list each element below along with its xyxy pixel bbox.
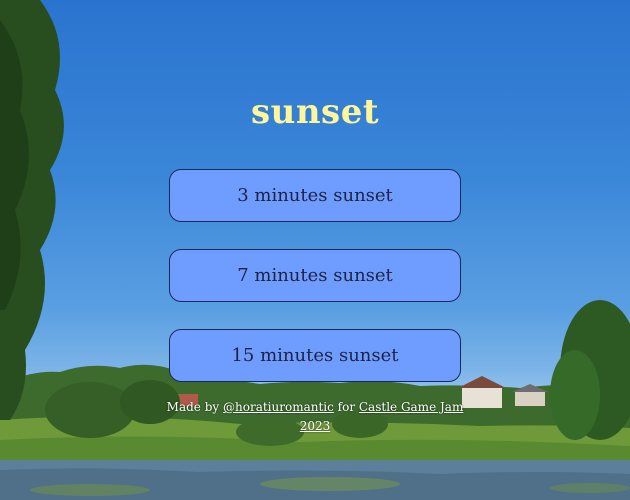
- button-label: 15 minutes sunset: [231, 345, 399, 366]
- three-minutes-sunset-button[interactable]: 3 minutes sunset: [169, 169, 461, 222]
- credits-prefix: Made by: [166, 400, 223, 414]
- credits-middle: for: [333, 400, 359, 414]
- button-label: 3 minutes sunset: [237, 185, 393, 206]
- author-link[interactable]: @horatiuromantic: [223, 400, 334, 414]
- credits-text: Made by @horatiuromantic for Castle Game…: [165, 398, 465, 436]
- game-title: sunset: [250, 92, 380, 132]
- button-label: 7 minutes sunset: [237, 265, 393, 286]
- jam-link[interactable]: Castle Game Jam: [359, 400, 463, 414]
- jam-year-link[interactable]: 2023: [300, 419, 331, 433]
- seven-minutes-sunset-button[interactable]: 7 minutes sunset: [169, 249, 461, 302]
- fifteen-minutes-sunset-button[interactable]: 15 minutes sunset: [169, 329, 461, 382]
